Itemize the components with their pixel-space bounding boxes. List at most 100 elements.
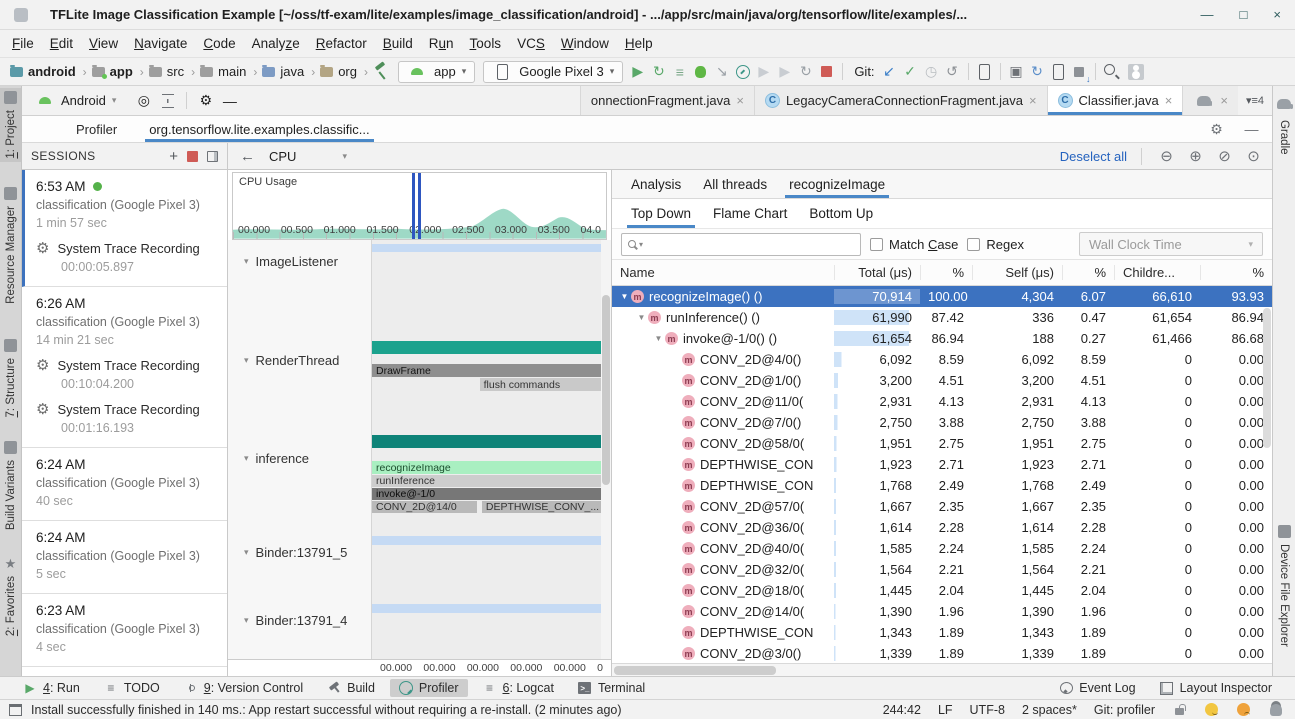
table-row[interactable]: mCONV_2D@32/0(1,5642.211,5642.2100.00 (612, 559, 1272, 580)
table-row[interactable]: mDEPTHWISE_CON1,7682.491,7682.4900.00 (612, 475, 1272, 496)
search-box[interactable]: ▾ (621, 233, 861, 256)
stop-icon[interactable] (816, 61, 837, 82)
sidebar-item-7-structure[interactable]: 7: Structure (0, 336, 21, 420)
indent-setting[interactable]: 2 spaces* (1022, 703, 1077, 717)
thread-label-inference[interactable]: ▾inference (244, 451, 309, 466)
zoom-out-icon[interactable]: ⊖ (1156, 146, 1177, 167)
toolwindow-event-log[interactable]: Event Log (1050, 679, 1144, 697)
thread-label-imagelistener[interactable]: ▾ImageListener (244, 254, 338, 269)
sidebar-item-2-favorites[interactable]: ★2: Favorites (0, 554, 21, 639)
line-separator[interactable]: LF (938, 703, 953, 717)
toolwindow-terminal[interactable]: Terminal (569, 679, 654, 697)
maximize-button[interactable]: □ (1240, 7, 1248, 22)
session-item[interactable]: 6:23 AMclassification (Google Pixel 3)4 … (22, 594, 227, 667)
sidebar-item-resource-manager[interactable]: Resource Manager (0, 184, 21, 307)
table-row[interactable]: mCONV_2D@11/0(2,9314.132,9314.1300.00 (612, 391, 1272, 412)
reset-zoom-icon[interactable]: ⊘ (1214, 146, 1235, 167)
gradle-daemon-icon[interactable] (1268, 702, 1283, 717)
stage-select[interactable]: CPU ▾ (269, 149, 347, 164)
sidebar-item-build-variants[interactable]: Build Variants (0, 438, 21, 533)
trace-span[interactable]: CONV_2D@14/0 (372, 501, 477, 513)
table-row[interactable]: ▼minvoke@-1/0() ()61,65486.941880.2761,4… (612, 328, 1272, 349)
update-project-icon[interactable]: ↙ (879, 61, 900, 82)
collapse-sessions-button[interactable] (207, 151, 218, 162)
debug-icon[interactable] (690, 61, 711, 82)
menu-tools[interactable]: Tools (462, 33, 510, 54)
column-header-6[interactable]: % (1200, 265, 1272, 280)
table-row[interactable]: mCONV_2D@7/0()2,7503.882,7503.8800.00 (612, 412, 1272, 433)
trace-span[interactable]: recognizeImage (372, 461, 601, 474)
table-row[interactable]: mCONV_2D@40/0(1,5852.241,5852.2400.00 (612, 538, 1272, 559)
new-session-button[interactable]: + (169, 148, 178, 165)
subtab-flame-chart[interactable]: Flame Chart (702, 199, 798, 228)
analysis-tab-all-threads[interactable]: All threads (692, 170, 778, 198)
regex-checkbox[interactable] (967, 238, 980, 251)
back-arrow-icon[interactable]: ← (240, 148, 255, 165)
clock-mode-select[interactable]: Wall Clock Time ▾ (1079, 232, 1263, 256)
menu-run[interactable]: Run (421, 33, 462, 54)
menu-file[interactable]: File (4, 33, 42, 54)
run-configuration-select[interactable]: app ▾ (398, 61, 475, 83)
commit-icon[interactable]: ✓ (900, 61, 921, 82)
table-vertical-scrollbar[interactable] (1263, 308, 1271, 448)
toolwindow-6-logcat[interactable]: ≡6: Logcat (474, 679, 563, 697)
menu-edit[interactable]: Edit (42, 33, 81, 54)
sync-project-gradle-icon[interactable]: ↻ (1027, 61, 1048, 82)
table-row[interactable]: mCONV_2D@4/0()6,0928.596,0928.5900.00 (612, 349, 1272, 370)
table-row[interactable]: mCONV_2D@58/0(1,9512.751,9512.7500.00 (612, 433, 1272, 454)
running-devices-icon[interactable]: ▣ (1006, 61, 1027, 82)
run-icon[interactable]: ▶ (627, 61, 648, 82)
menu-build[interactable]: Build (375, 33, 421, 54)
column-header-5[interactable]: Childre... (1114, 265, 1200, 280)
trace-span[interactable] (372, 341, 601, 354)
breadcrumb-src[interactable]: src (167, 64, 184, 79)
column-header-4[interactable]: % (1062, 265, 1114, 280)
regex-option[interactable]: Regex (967, 237, 1024, 252)
table-row[interactable]: mCONV_2D@1/0()3,2004.513,2004.5100.00 (612, 370, 1272, 391)
toolwindow-layout-inspector[interactable]: Layout Inspector (1151, 679, 1281, 697)
editor-tab-profiler-ghost[interactable]: × (1182, 86, 1238, 115)
sidebar-item-1-project[interactable]: 1: Project (0, 88, 21, 162)
debug-disabled-icon[interactable]: ▶ (774, 61, 795, 82)
collapse-triangle-icon[interactable]: ▾ (244, 453, 249, 464)
analysis-tab-analysis[interactable]: Analysis (620, 170, 692, 198)
table-row[interactable]: mCONV_2D@18/0(1,4452.041,4452.0400.00 (612, 580, 1272, 601)
attach-debugger-icon[interactable]: ↘ (711, 61, 732, 82)
menu-vcs[interactable]: VCS (509, 33, 553, 54)
caret-position[interactable]: 244:42 (883, 703, 921, 717)
table-row[interactable]: mCONV_2D@3/0()1,3391.891,3391.8900.00 (612, 643, 1272, 663)
trace-span[interactable] (372, 244, 601, 252)
minimize-button[interactable]: — (1201, 7, 1214, 22)
sidebar-item-device-file-explorer[interactable]: Device File Explorer (1273, 522, 1295, 650)
analysis-tab-recognizeimage[interactable]: recognizeImage (778, 170, 896, 198)
table-row[interactable]: mCONV_2D@57/0(1,6672.351,6672.3500.00 (612, 496, 1272, 517)
expand-arrow-icon[interactable]: ▼ (652, 334, 665, 343)
menu-help[interactable]: Help (617, 33, 661, 54)
breadcrumb-org[interactable]: org (338, 64, 357, 79)
table-row[interactable]: ▼mrunInference() ()61,99087.423360.4761,… (612, 307, 1272, 328)
restart-profiled-app-icon[interactable]: ↻ (795, 61, 816, 82)
settings-icon[interactable]: ⚙ (195, 90, 216, 111)
session-recording[interactable]: ⚙System Trace Recording (36, 358, 219, 373)
stop-session-button[interactable] (187, 151, 198, 162)
editor-tab-onnectionfragment-java[interactable]: onnectionFragment.java× (580, 86, 754, 115)
session-item[interactable]: 6:24 AMclassification (Google Pixel 3)5 … (22, 521, 227, 594)
selection-range[interactable] (412, 173, 421, 239)
column-header-0[interactable]: Name (612, 265, 834, 280)
hide-icon[interactable]: — (1241, 119, 1262, 140)
menu-analyze[interactable]: Analyze (244, 33, 308, 54)
toolwindow-todo[interactable]: ≡TODO (95, 679, 169, 697)
profile-icon[interactable] (732, 61, 753, 82)
device-manager-icon[interactable] (974, 61, 995, 82)
trace-span[interactable]: flush commands (480, 378, 601, 391)
git-branch[interactable]: Git: profiler (1094, 703, 1155, 717)
rollback-icon[interactable]: ↺ (942, 61, 963, 82)
timeline-scrollbar[interactable] (601, 240, 611, 659)
toolwindow-4-run[interactable]: ▶4: Run (14, 679, 89, 697)
sidebar-item-gradle[interactable]: Gradle (1273, 90, 1295, 158)
toolwindow-build[interactable]: Build (318, 679, 384, 697)
apply-code-changes-icon[interactable]: ≡ (669, 61, 690, 82)
close-icon[interactable]: × (1220, 93, 1228, 108)
close-icon[interactable]: × (1029, 93, 1037, 108)
device-select[interactable]: Google Pixel 3 ▾ (483, 61, 623, 83)
